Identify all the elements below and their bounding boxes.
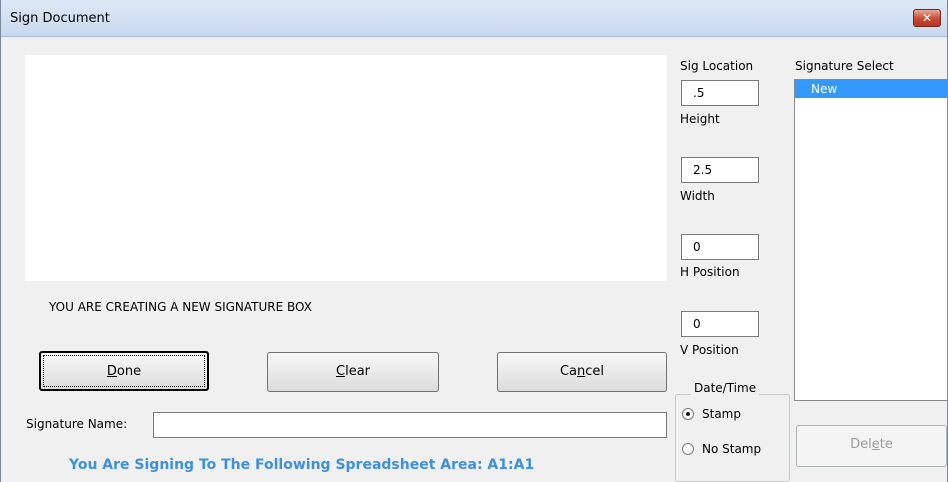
signature-name-label: Signature Name: [26, 417, 128, 431]
close-button[interactable]: ✕ [913, 9, 941, 27]
signature-select-label: Signature Select [795, 59, 894, 73]
delete-label: Delete [850, 437, 893, 452]
focus-rect [43, 355, 205, 387]
sig-location-label: Sig Location [680, 59, 754, 73]
signing-area-message: You Are Signing To The Following Spreads… [69, 457, 535, 473]
signature-pad[interactable] [25, 55, 667, 281]
delete-button[interactable]: Delete [796, 425, 947, 467]
window-title: Sign Document [10, 11, 110, 26]
stamp-label: Stamp [702, 407, 741, 421]
no-stamp-radio[interactable] [682, 443, 694, 455]
width-input[interactable]: 0 [681, 234, 759, 260]
done-button[interactable]: Done [39, 351, 209, 391]
list-item[interactable]: New [795, 80, 947, 98]
v-position-label: V Position [680, 343, 739, 357]
h-position-input[interactable]: 0 [681, 311, 759, 337]
close-icon: ✕ [921, 11, 933, 25]
signature-select-list[interactable]: New [794, 79, 948, 401]
clear-button[interactable]: Clear [267, 352, 439, 392]
height-input[interactable]: 2.5 [681, 157, 759, 183]
height-label: Height [680, 112, 720, 126]
signature-name-input[interactable] [153, 412, 667, 438]
width-label: Width [680, 189, 715, 203]
cancel-button[interactable]: Cancel [497, 352, 667, 392]
title-bar: Sign Document ✕ [1, 0, 947, 37]
clear-label: Clear [336, 364, 370, 379]
cancel-label: Cancel [559, 364, 605, 379]
stamp-radio[interactable] [682, 408, 694, 420]
h-position-label: H Position [680, 265, 740, 279]
sign-document-dialog: Sign Document ✕ YOU ARE CREATING A NEW S… [0, 0, 948, 482]
date-time-legend: Date/Time [691, 381, 760, 395]
no-stamp-label: No Stamp [702, 442, 762, 456]
sig-location-input[interactable]: .5 [681, 80, 759, 106]
status-message: YOU ARE CREATING A NEW SIGNATURE BOX [49, 300, 312, 314]
